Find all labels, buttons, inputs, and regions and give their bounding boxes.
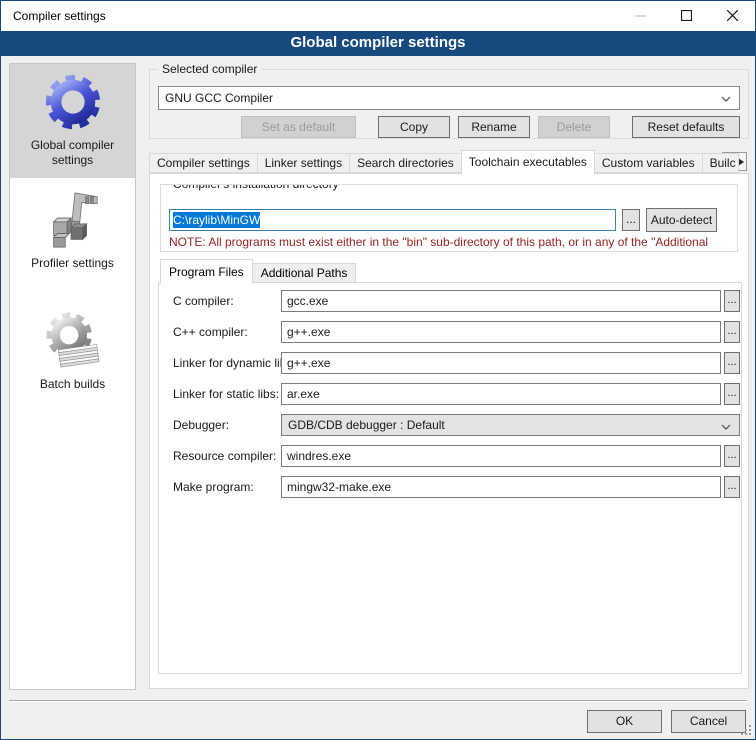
- field-label: Debugger:: [173, 414, 229, 436]
- debugger-select-value: GDB/CDB debugger : Default: [288, 418, 445, 432]
- chevron-down-icon: [721, 96, 731, 102]
- caliper-blocks-icon: [42, 189, 104, 251]
- sidebar-item-label: Global compiler settings: [14, 138, 131, 168]
- field-row-resource-compiler: Resource compiler: ...: [159, 445, 741, 467]
- cpp-compiler-browse-button[interactable]: ...: [724, 321, 740, 343]
- c-compiler-browse-button[interactable]: ...: [724, 290, 740, 312]
- sidebar-item-batch-builds[interactable]: Batch builds: [10, 303, 135, 402]
- field-row-make-program: Make program: ...: [159, 476, 741, 498]
- make-program-browse-button[interactable]: ...: [724, 476, 740, 498]
- field-label: Linker for static libs:: [173, 383, 279, 405]
- footer-separator: [9, 700, 747, 702]
- field-label: Linker for dynamic libs:: [173, 352, 296, 374]
- selected-compiler-group: Selected compiler GNU GCC Compiler Set a…: [149, 69, 749, 139]
- resource-compiler-browse-button[interactable]: ...: [724, 445, 740, 467]
- group-label: Compiler's installation directory: [169, 184, 343, 192]
- sidebar-item-global-compiler-settings[interactable]: Global compiler settings: [10, 64, 135, 178]
- minimize-icon: [635, 10, 646, 21]
- field-label: C++ compiler:: [173, 321, 248, 343]
- titlebar: Compiler settings: [1, 1, 755, 31]
- installation-directory-input[interactable]: C:\raylib\MinGW: [169, 209, 616, 231]
- close-icon: [727, 10, 738, 21]
- group-label: Selected compiler: [158, 62, 261, 77]
- program-files-tabs: Program Files Additional Paths: [160, 258, 355, 283]
- field-row-c-compiler: C compiler: ...: [159, 290, 741, 312]
- maximize-button[interactable]: [663, 1, 709, 30]
- tab-search-directories[interactable]: Search directories: [349, 153, 462, 173]
- resize-grip[interactable]: [741, 725, 752, 736]
- compiler-select[interactable]: GNU GCC Compiler: [158, 86, 740, 110]
- field-label: Make program:: [173, 476, 254, 498]
- compiler-buttons-row: Set as default Copy Rename Delete Reset …: [241, 116, 740, 138]
- sidebar-item-label: Batch builds: [40, 377, 105, 392]
- dialog-header: Global compiler settings: [1, 31, 755, 56]
- tab-linker-settings[interactable]: Linker settings: [257, 153, 350, 173]
- field-label: Resource compiler:: [173, 445, 276, 467]
- note-text: NOTE: All programs must exist either in …: [169, 235, 708, 249]
- reset-defaults-button[interactable]: Reset defaults: [632, 116, 740, 138]
- field-row-debugger: Debugger: GDB/CDB debugger : Default: [159, 414, 741, 436]
- sidebar: Global compiler settings: [9, 63, 136, 690]
- field-row-dynamic-linker: Linker for dynamic libs: ...: [159, 352, 741, 374]
- sidebar-item-label: Profiler settings: [31, 256, 114, 271]
- caption-buttons: [617, 1, 755, 30]
- debugger-select[interactable]: GDB/CDB debugger : Default: [281, 414, 740, 436]
- cpp-compiler-input[interactable]: [281, 321, 721, 343]
- blue-gear-icon: [42, 71, 104, 133]
- tab-program-files[interactable]: Program Files: [160, 259, 253, 284]
- field-label: C compiler:: [173, 290, 234, 312]
- field-row-cpp-compiler: C++ compiler: ...: [159, 321, 741, 343]
- c-compiler-input[interactable]: [281, 290, 721, 312]
- dynamic-linker-browse-button[interactable]: ...: [724, 352, 740, 374]
- ok-button[interactable]: OK: [587, 710, 662, 733]
- program-files-panel: C compiler: ... C++ compiler: ... Linker…: [158, 282, 742, 674]
- directory-browse-button[interactable]: ...: [622, 209, 640, 231]
- selected-text: C:\raylib\MinGW: [173, 212, 260, 228]
- set-as-default-button: Set as default: [241, 116, 356, 138]
- main-tabs: Compiler settings Linker settings Search…: [149, 150, 749, 173]
- sidebar-item-profiler-settings[interactable]: Profiler settings: [10, 182, 135, 281]
- gray-gear-stack-icon: [42, 310, 104, 372]
- field-row-static-linker: Linker for static libs: ...: [159, 383, 741, 405]
- chevron-down-icon: [721, 424, 731, 430]
- maximize-icon: [681, 10, 692, 21]
- installation-directory-group: Compiler's installation directory C:\ray…: [160, 184, 738, 252]
- cancel-button[interactable]: Cancel: [671, 710, 746, 733]
- static-linker-browse-button[interactable]: ...: [724, 383, 740, 405]
- resource-compiler-input[interactable]: [281, 445, 721, 467]
- tab-compiler-settings[interactable]: Compiler settings: [149, 153, 258, 173]
- rename-button[interactable]: Rename: [458, 116, 530, 138]
- window-title: Compiler settings: [13, 1, 106, 31]
- tab-toolchain-executables[interactable]: Toolchain executables: [461, 150, 595, 174]
- minimize-button: [617, 1, 663, 30]
- make-program-input[interactable]: [281, 476, 721, 498]
- tab-additional-paths[interactable]: Additional Paths: [252, 263, 357, 283]
- dynamic-linker-input[interactable]: [281, 352, 721, 374]
- copy-button[interactable]: Copy: [378, 116, 450, 138]
- close-button[interactable]: [709, 1, 755, 30]
- tab-custom-variables[interactable]: Custom variables: [594, 153, 703, 173]
- compiler-select-value: GNU GCC Compiler: [165, 91, 273, 105]
- static-linker-input[interactable]: [281, 383, 721, 405]
- auto-detect-button[interactable]: Auto-detect: [646, 208, 717, 232]
- delete-button: Delete: [538, 116, 610, 138]
- toolchain-executables-page: Compiler's installation directory C:\ray…: [149, 173, 749, 689]
- compiler-settings-dialog: Compiler settings Global compiler settin…: [0, 0, 756, 740]
- tab-build-options-truncated[interactable]: Builc: [702, 153, 739, 173]
